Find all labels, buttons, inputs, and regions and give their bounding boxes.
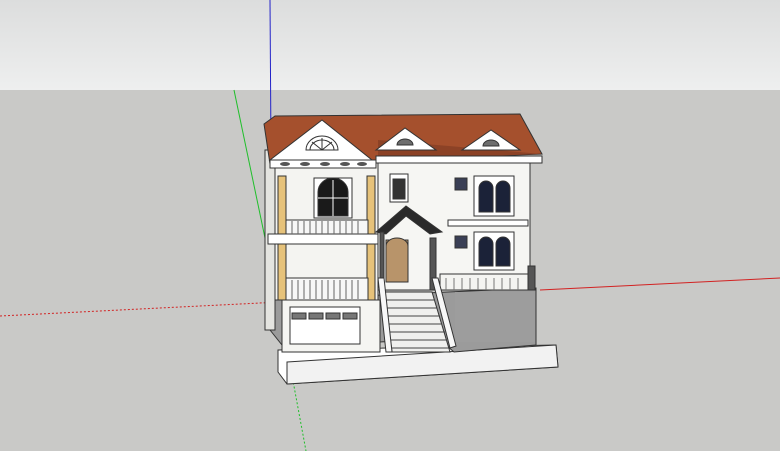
- red-axis: [539, 277, 780, 291]
- terrace-post: [527, 265, 536, 291]
- model-canvas[interactable]: [0, 0, 780, 451]
- right-upper-window-1: [478, 180, 494, 213]
- red-axis-dotted: [0, 301, 281, 317]
- right-lower-window-2: [495, 236, 511, 267]
- sketchup-viewport[interactable]: [0, 0, 780, 451]
- column-1: [277, 175, 287, 237]
- garage-window-4: [342, 312, 358, 320]
- mid-cornice: [447, 219, 529, 227]
- square-window: [392, 178, 406, 200]
- entrance-door: [385, 239, 409, 283]
- foundation-hatch: [455, 292, 535, 342]
- garage-window-1: [291, 312, 307, 320]
- right-lower-window-1: [478, 236, 494, 267]
- garage-window-3: [325, 312, 341, 320]
- garage-window-2: [308, 312, 324, 320]
- balcony-slab: [267, 233, 379, 245]
- house-model[interactable]: [263, 113, 559, 385]
- right-cornice: [375, 155, 543, 164]
- right-upper-window-2: [495, 180, 511, 213]
- column-3: [277, 243, 287, 301]
